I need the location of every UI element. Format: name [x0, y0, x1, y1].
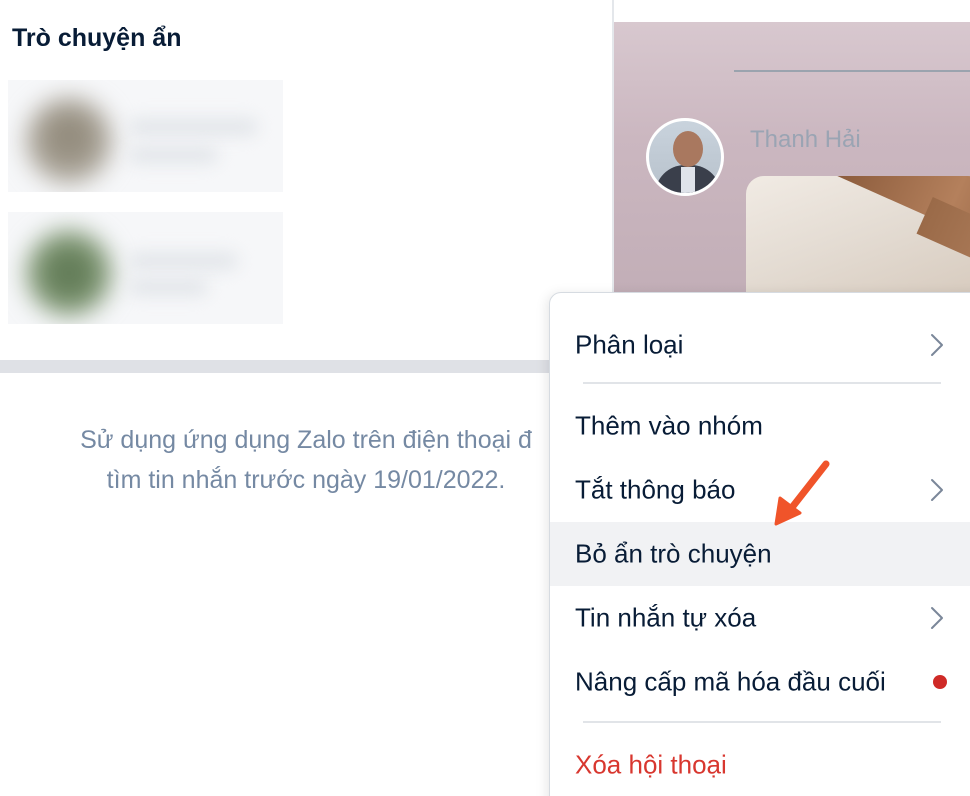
menu-item-upgrade-encryption[interactable]: Nâng cấp mã hóa đầu cuối — [550, 650, 970, 714]
hidden-chat-item[interactable] — [8, 212, 283, 324]
avatar-shirt — [681, 167, 695, 193]
notice-line-1: Sử dụng ứng dụng Zalo trên điện thoại đ — [80, 426, 532, 454]
menu-item-label: Bỏ ẩn trò chuyện — [575, 538, 772, 569]
menu-item-label: Phân loại — [575, 329, 684, 360]
hidden-chats-panel: Trò chuyện ẩn Sử dụng ứng dụng Zalo trên… — [0, 0, 612, 796]
sender-avatar[interactable] — [646, 118, 724, 196]
chevron-right-icon — [931, 607, 943, 629]
notice-line-2: tìm tin nhắn trước ngày 19/01/2022. — [106, 466, 506, 494]
chat-preview-blurred — [128, 278, 208, 296]
chat-preview-blurred — [128, 146, 218, 164]
avatar — [26, 230, 112, 316]
section-title: Trò chuyện ẩn — [12, 24, 182, 52]
avatar-face — [673, 131, 703, 167]
conversation-view: Thanh Hải — [614, 22, 970, 312]
context-menu: Phân loại Thêm vào nhóm Tắt thông báo Bỏ… — [549, 292, 970, 796]
menu-item-add-to-group[interactable]: Thêm vào nhóm — [550, 394, 970, 458]
divider — [734, 70, 970, 72]
menu-item-self-destruct-messages[interactable]: Tin nhắn tự xóa — [550, 586, 970, 650]
chat-name-blurred — [128, 118, 258, 136]
chat-name-blurred — [128, 252, 238, 270]
menu-item-classify[interactable]: Phân loại — [550, 313, 970, 377]
old-messages-notice: Sử dụng ứng dụng Zalo trên điện thoại đ … — [0, 420, 612, 500]
menu-item-label: Nâng cấp mã hóa đầu cuối — [575, 666, 886, 697]
sender-name: Thanh Hải — [750, 126, 861, 153]
menu-item-label: Tắt thông báo — [575, 474, 736, 505]
avatar — [26, 98, 112, 184]
menu-item-label: Tin nhắn tự xóa — [575, 602, 757, 633]
menu-separator — [583, 721, 941, 723]
menu-item-label: Xóa hội thoại — [575, 749, 727, 780]
red-dot-icon — [933, 675, 947, 689]
menu-item-mute-notifications[interactable]: Tắt thông báo — [550, 458, 970, 522]
chevron-right-icon — [931, 334, 943, 356]
arrow-annotation-icon — [774, 460, 830, 526]
menu-item-label: Thêm vào nhóm — [575, 410, 763, 441]
menu-item-delete-conversation[interactable]: Xóa hội thoại — [550, 733, 970, 796]
menu-item-unhide-chat[interactable]: Bỏ ẩn trò chuyện — [550, 522, 970, 586]
divider — [0, 360, 612, 373]
chevron-right-icon — [931, 479, 943, 501]
hidden-chat-item[interactable] — [8, 80, 283, 192]
menu-separator — [583, 382, 941, 384]
